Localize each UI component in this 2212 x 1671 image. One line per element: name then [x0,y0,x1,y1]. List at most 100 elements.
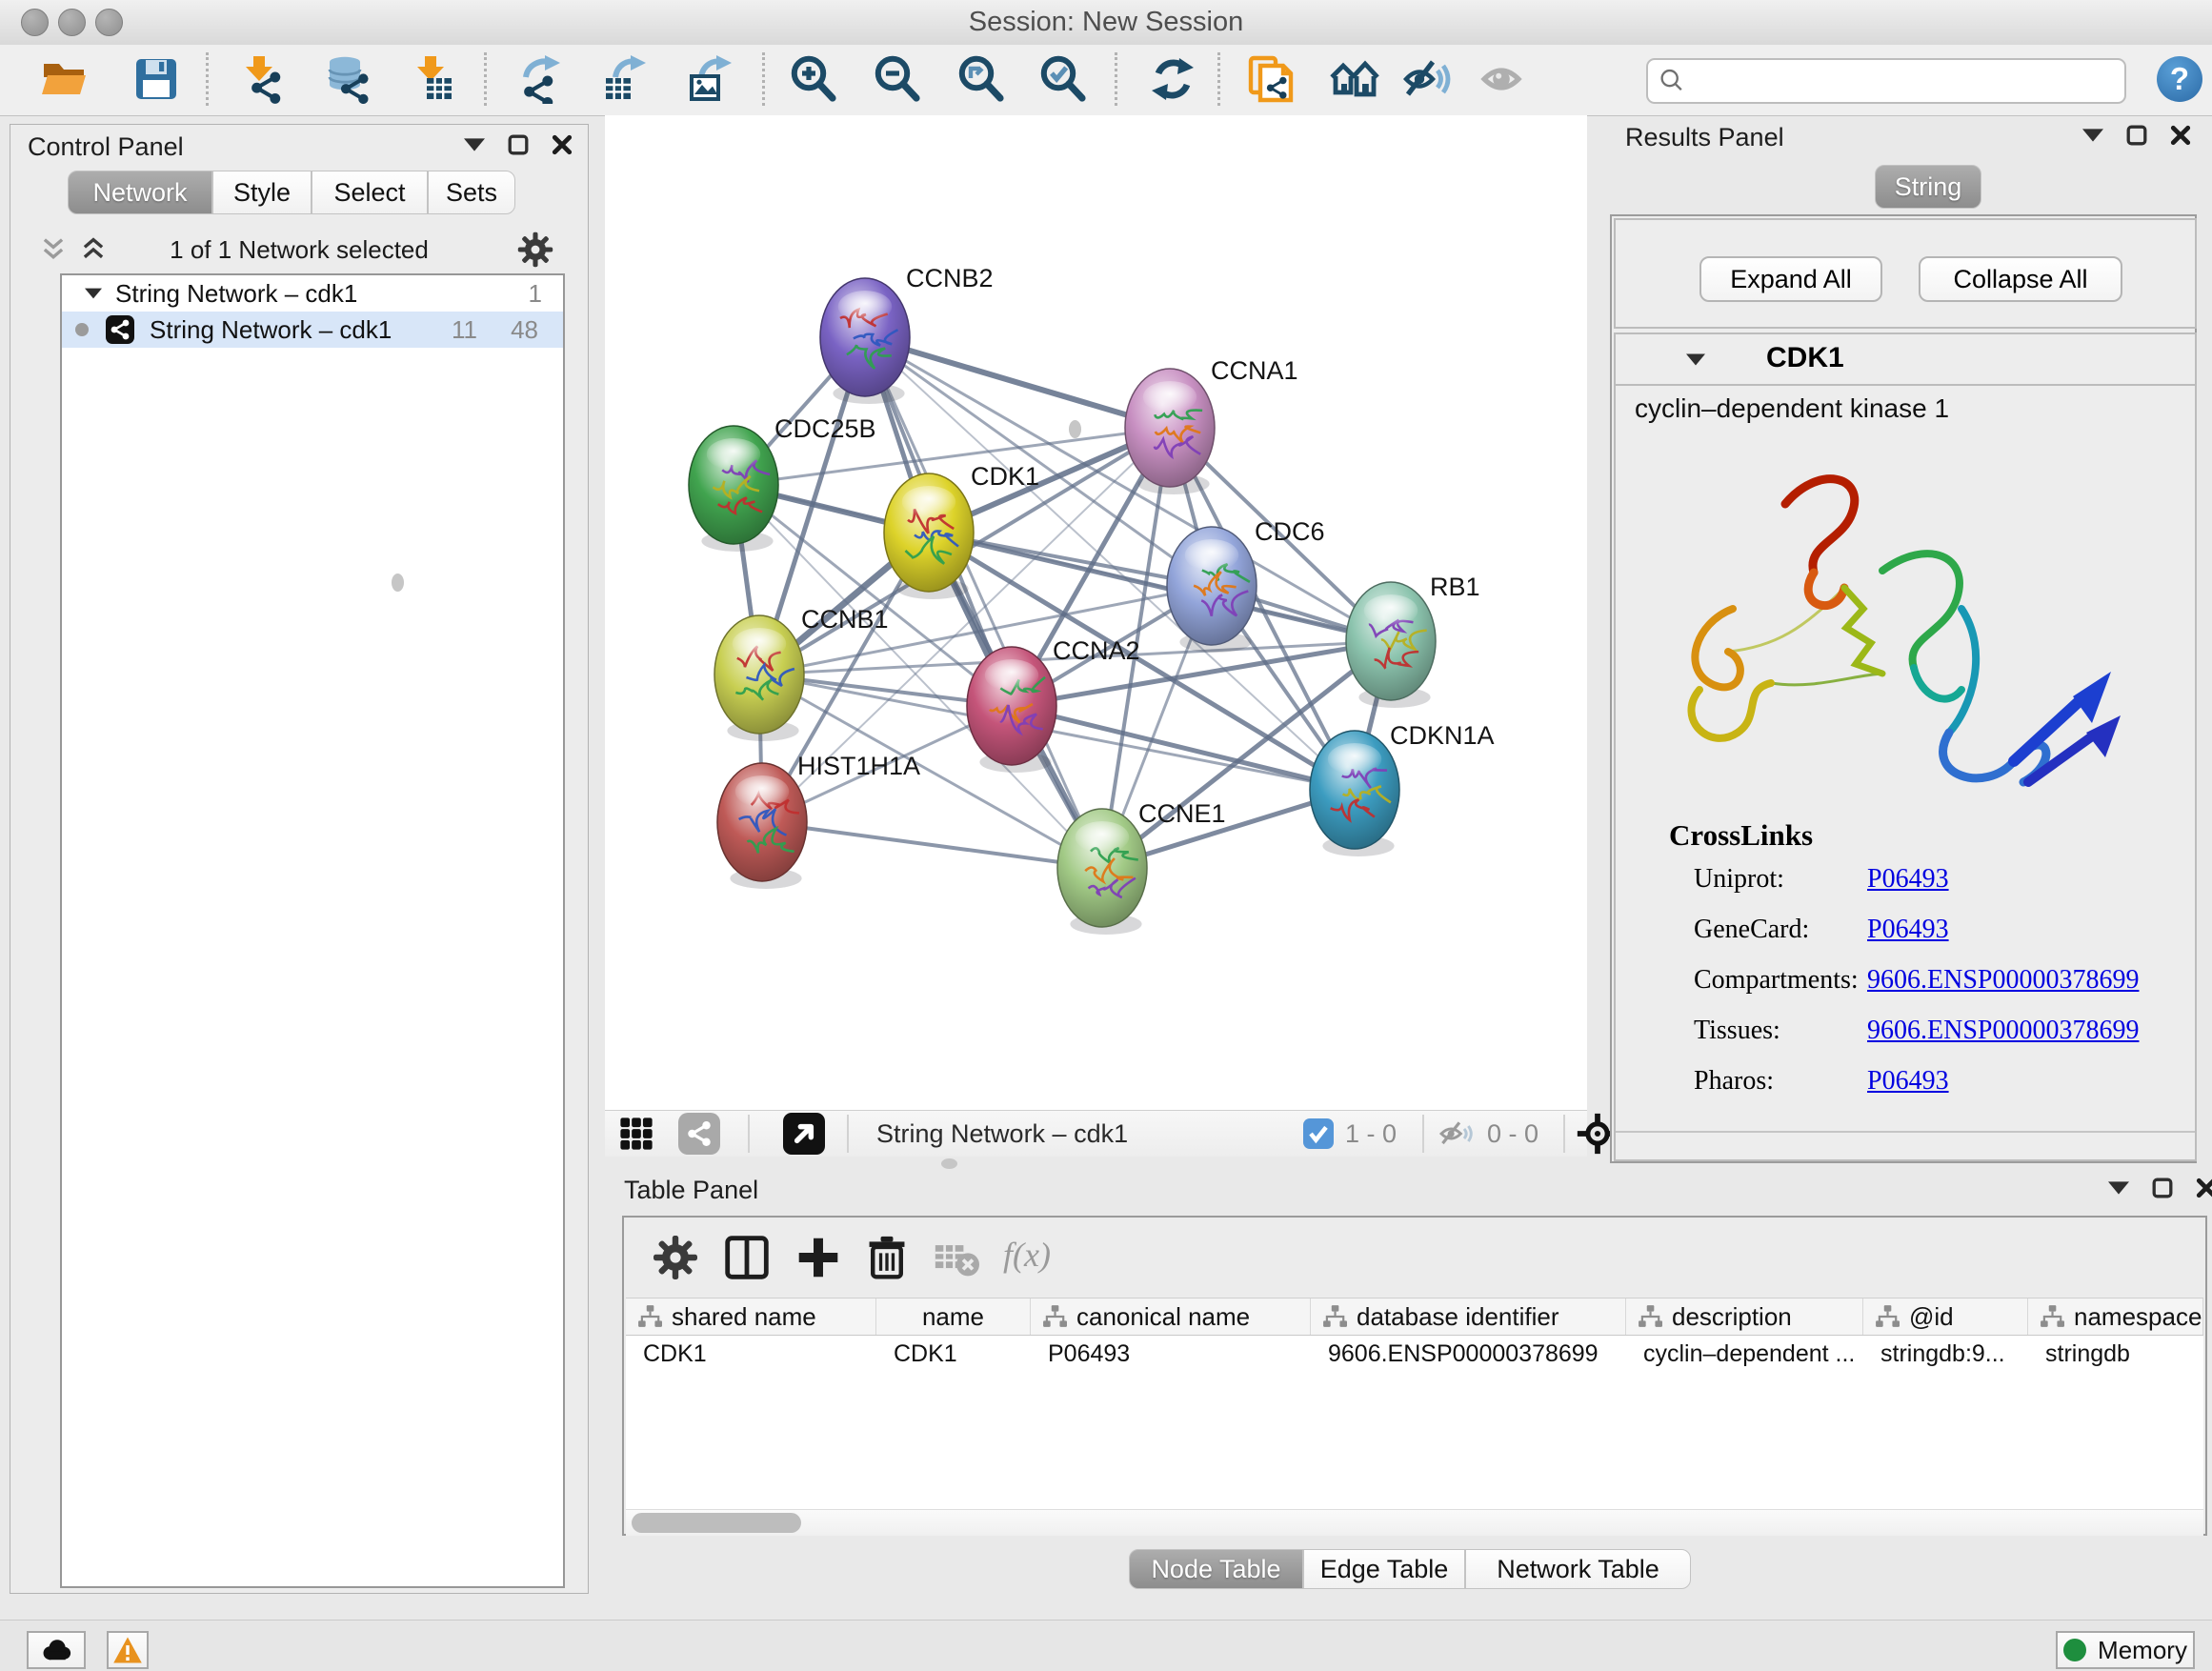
column-header-description[interactable]: description [1626,1299,1863,1335]
crosslink-link[interactable]: P06493 [1867,864,1949,895]
export-network-icon[interactable] [514,54,564,104]
panel-close-icon[interactable] [552,134,573,155]
column-header-name[interactable]: name [876,1299,1031,1335]
network-edge-CCNB2-CCNE1[interactable] [865,337,1102,868]
birdseye-view-icon[interactable] [783,1113,825,1155]
splitter-handle[interactable] [392,574,404,592]
copy-network-icon[interactable] [1246,54,1296,104]
hierarchy-icon [2040,1304,2064,1329]
warning-button[interactable] [107,1631,149,1669]
search-field[interactable] [1646,58,2126,104]
import-network-file-icon[interactable] [236,54,286,104]
network-view-title: String Network – cdk1 [876,1111,1128,1157]
section-expander-icon[interactable] [1686,353,1705,366]
network-collection-row[interactable]: String Network – cdk1 1 [62,275,563,312]
show-visibility-icon[interactable] [1478,54,1528,104]
zoom-in-icon[interactable] [789,54,838,104]
splitter-handle[interactable] [1069,420,1081,438]
tab-select[interactable]: Select [312,171,428,214]
network-node-RB1[interactable] [1346,582,1436,708]
crosslink-link[interactable]: 9606.ENSP00000378699 [1867,1016,2139,1046]
table-row[interactable]: CDK1CDK1P064939606.ENSP00000378699cyclin… [626,1336,2203,1372]
scrollbar-thumb[interactable] [632,1513,801,1533]
panel-menu-icon[interactable] [464,138,485,151]
tab-sets[interactable]: Sets [428,171,515,214]
expand-all-button[interactable]: Expand All [1699,256,1882,302]
table-cell[interactable]: stringdb:9... [1863,1336,2028,1372]
network-node-CCNB2[interactable] [820,278,910,404]
tab-network-table[interactable]: Network Table [1465,1549,1691,1589]
node-label-CDKN1A: CDKN1A [1390,721,1495,750]
column-header-shared-name[interactable]: shared name [626,1299,876,1335]
table-cell[interactable]: stringdb [2028,1336,2203,1372]
import-network-database-icon[interactable] [322,54,372,104]
network-node-HIST1H1A[interactable] [717,763,807,889]
open-file-icon[interactable] [40,54,90,104]
function-builder-icon[interactable]: f(x) [1003,1235,1051,1275]
grid-view-icon[interactable] [619,1117,654,1151]
panel-float-icon[interactable] [2126,125,2147,146]
tree-expander-icon[interactable] [85,288,102,299]
delete-column-icon[interactable] [864,1235,910,1280]
memory-button[interactable]: Memory [2056,1631,2195,1669]
create-column-icon[interactable] [795,1235,841,1280]
column-header-database-identifier[interactable]: database identifier [1311,1299,1626,1335]
panel-menu-icon[interactable] [2108,1181,2129,1195]
gene-name: CDK1 [1766,342,1844,374]
splitter-handle[interactable] [941,1158,957,1169]
gear-icon[interactable] [517,232,553,268]
show-columns-icon[interactable] [724,1235,770,1280]
hide-visibility-icon[interactable] [1402,54,1452,104]
panel-float-icon[interactable] [2152,1178,2173,1198]
table-cell[interactable]: CDK1 [876,1336,1031,1372]
save-session-icon[interactable] [131,54,181,104]
houses-icon[interactable] [1330,54,1379,104]
network-node-CCNE1[interactable] [1057,809,1147,935]
table-cell[interactable]: cyclin–dependent ... [1626,1336,1863,1372]
network-node-CDKN1A[interactable] [1310,731,1399,856]
zoom-out-icon[interactable] [873,54,922,104]
export-table-icon[interactable] [600,54,650,104]
network-edge-CCNB2-CCNA1[interactable] [865,337,1170,428]
network-node-CCNA1[interactable] [1125,369,1215,494]
tab-string[interactable]: String [1875,165,1981,209]
help-button[interactable]: ? [2157,56,2202,102]
tab-node-table[interactable]: Node Table [1129,1549,1303,1589]
horizontal-scrollbar[interactable] [626,1509,2203,1536]
zoom-fit-icon[interactable] [956,54,1006,104]
tab-style[interactable]: Style [212,171,312,214]
network-node-CCNB1[interactable] [714,615,804,741]
crosslink-link[interactable]: P06493 [1867,1066,1949,1097]
network-node-CDC25B[interactable] [689,426,778,552]
export-image-icon[interactable] [686,54,735,104]
zoom-selected-icon[interactable] [1038,54,1088,104]
crosslink-link[interactable]: 9606.ENSP00000378699 [1867,965,2139,996]
cloud-button[interactable] [27,1631,86,1669]
network-view-mode-icon[interactable] [678,1113,720,1155]
network-canvas[interactable]: CCNB2CCNA1CDC25BCDK1CDC6RB1CCNB1CCNA2CDK… [605,115,1587,1110]
tab-network[interactable]: Network [68,171,212,214]
tab-edge-table[interactable]: Edge Table [1303,1549,1465,1589]
gene-section-header[interactable]: CDK1 [1616,334,2195,386]
delete-table-icon[interactable] [934,1235,979,1280]
collapse-all-button[interactable]: Collapse All [1919,256,2122,302]
table-cell[interactable]: CDK1 [626,1336,876,1372]
import-table-file-icon[interactable] [408,54,457,104]
search-input[interactable] [1686,64,2124,98]
network-edge-HIST1H1A-CCNE1[interactable] [762,822,1102,868]
table-cell[interactable]: 9606.ENSP00000378699 [1311,1336,1626,1372]
panel-float-icon[interactable] [508,134,529,155]
column-header-canonical-name[interactable]: canonical name [1031,1299,1311,1335]
panel-close-icon[interactable] [2196,1178,2212,1198]
refresh-view-icon[interactable] [1148,54,1197,104]
column-header--id[interactable]: @id [1863,1299,2028,1335]
crosslink-link[interactable]: P06493 [1867,915,1949,945]
selected-checkbox-icon[interactable] [1303,1118,1334,1149]
panel-menu-icon[interactable] [2082,129,2103,142]
panel-close-icon[interactable] [2170,125,2191,146]
table-settings-gear-icon[interactable] [653,1235,698,1280]
column-header-namespace[interactable]: namespace [2028,1299,2203,1335]
table-panel-title: Table Panel [624,1176,758,1205]
network-row[interactable]: String Network – cdk1 11 48 [62,312,563,348]
table-cell[interactable]: P06493 [1031,1336,1311,1372]
